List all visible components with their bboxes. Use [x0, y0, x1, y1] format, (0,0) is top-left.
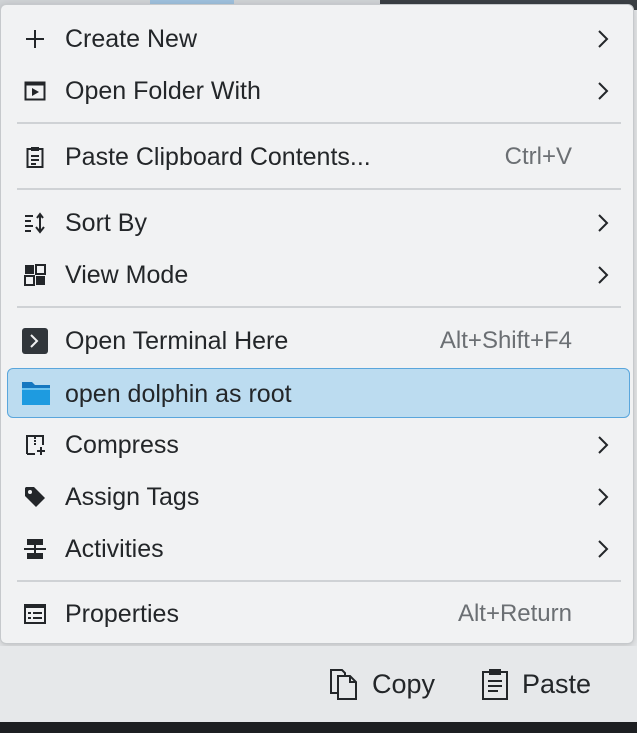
bottom-toolbar: Copy Paste — [0, 646, 637, 722]
activities-icon — [24, 539, 46, 559]
menu-item-view-mode[interactable]: View Mode — [7, 250, 630, 300]
clipboard-icon — [482, 669, 508, 700]
menu-item-properties[interactable]: Properties Alt+Return — [7, 589, 630, 639]
menu-item-sort-by[interactable]: Sort By — [7, 198, 630, 248]
menu-item-label: Properties — [65, 600, 179, 628]
menu-item-shortcut: Alt+Return — [457, 600, 572, 627]
menu-item-open-folder-with[interactable]: Open Folder With — [7, 66, 630, 116]
tag-icon — [25, 487, 45, 507]
menu-item-label: Open Terminal Here — [65, 327, 289, 355]
paste-button[interactable]: Paste — [480, 660, 591, 708]
chevron-right-icon — [598, 82, 609, 100]
menu-item-paste-clipboard[interactable]: Paste Clipboard Contents... Ctrl+V — [7, 132, 630, 182]
clipboard-icon — [26, 147, 44, 168]
menu-item-create-new[interactable]: Create New — [7, 14, 630, 64]
copy-button[interactable]: Copy — [328, 660, 435, 708]
chevron-right-icon — [598, 266, 609, 284]
menu-separator — [17, 306, 621, 308]
open-with-icon — [24, 81, 46, 101]
menu-item-label: Sort By — [65, 209, 147, 237]
copy-icon — [330, 669, 357, 700]
menu-item-activities[interactable]: Activities — [7, 524, 630, 574]
copy-button-label: Copy — [372, 668, 436, 699]
menu-separator — [17, 188, 621, 190]
folder-icon — [22, 382, 50, 405]
chevron-right-icon — [598, 436, 609, 454]
menu-separator — [17, 122, 621, 124]
compress-icon — [26, 435, 45, 455]
menu-item-compress[interactable]: Compress — [7, 420, 630, 470]
plus-icon — [26, 30, 44, 48]
view-mode-icon — [24, 264, 46, 286]
chevron-right-icon — [598, 540, 609, 558]
menu-item-label: Create New — [65, 25, 197, 53]
menu-item-shortcut: Alt+Shift+F4 — [439, 327, 572, 354]
menu-item-label: View Mode — [65, 261, 189, 289]
paste-button-label: Paste — [522, 668, 592, 699]
chevron-right-icon — [598, 30, 609, 48]
menu-item-assign-tags[interactable]: Assign Tags — [7, 472, 630, 522]
context-menu: Create New Open Folder With Paste Clipbo… — [0, 4, 634, 644]
properties-icon — [24, 604, 46, 624]
menu-item-open-dolphin-as-root[interactable]: open dolphin as root — [7, 368, 630, 418]
menu-item-label: Activities — [65, 535, 164, 563]
menu-item-label: Compress — [65, 431, 179, 459]
menu-item-shortcut: Ctrl+V — [504, 143, 572, 170]
menu-item-label: Open Folder With — [65, 77, 261, 105]
sort-icon — [25, 212, 45, 234]
chevron-right-icon — [598, 214, 609, 232]
menu-item-label: open dolphin as root — [65, 380, 292, 408]
menu-item-label: Assign Tags — [65, 483, 200, 511]
chevron-right-icon — [598, 488, 609, 506]
menu-item-label: Paste Clipboard Contents... — [65, 143, 371, 171]
menu-separator — [17, 580, 621, 582]
menu-item-open-terminal[interactable]: Open Terminal Here Alt+Shift+F4 — [7, 316, 630, 366]
taskbar-edge — [0, 722, 637, 733]
terminal-icon — [22, 328, 48, 354]
